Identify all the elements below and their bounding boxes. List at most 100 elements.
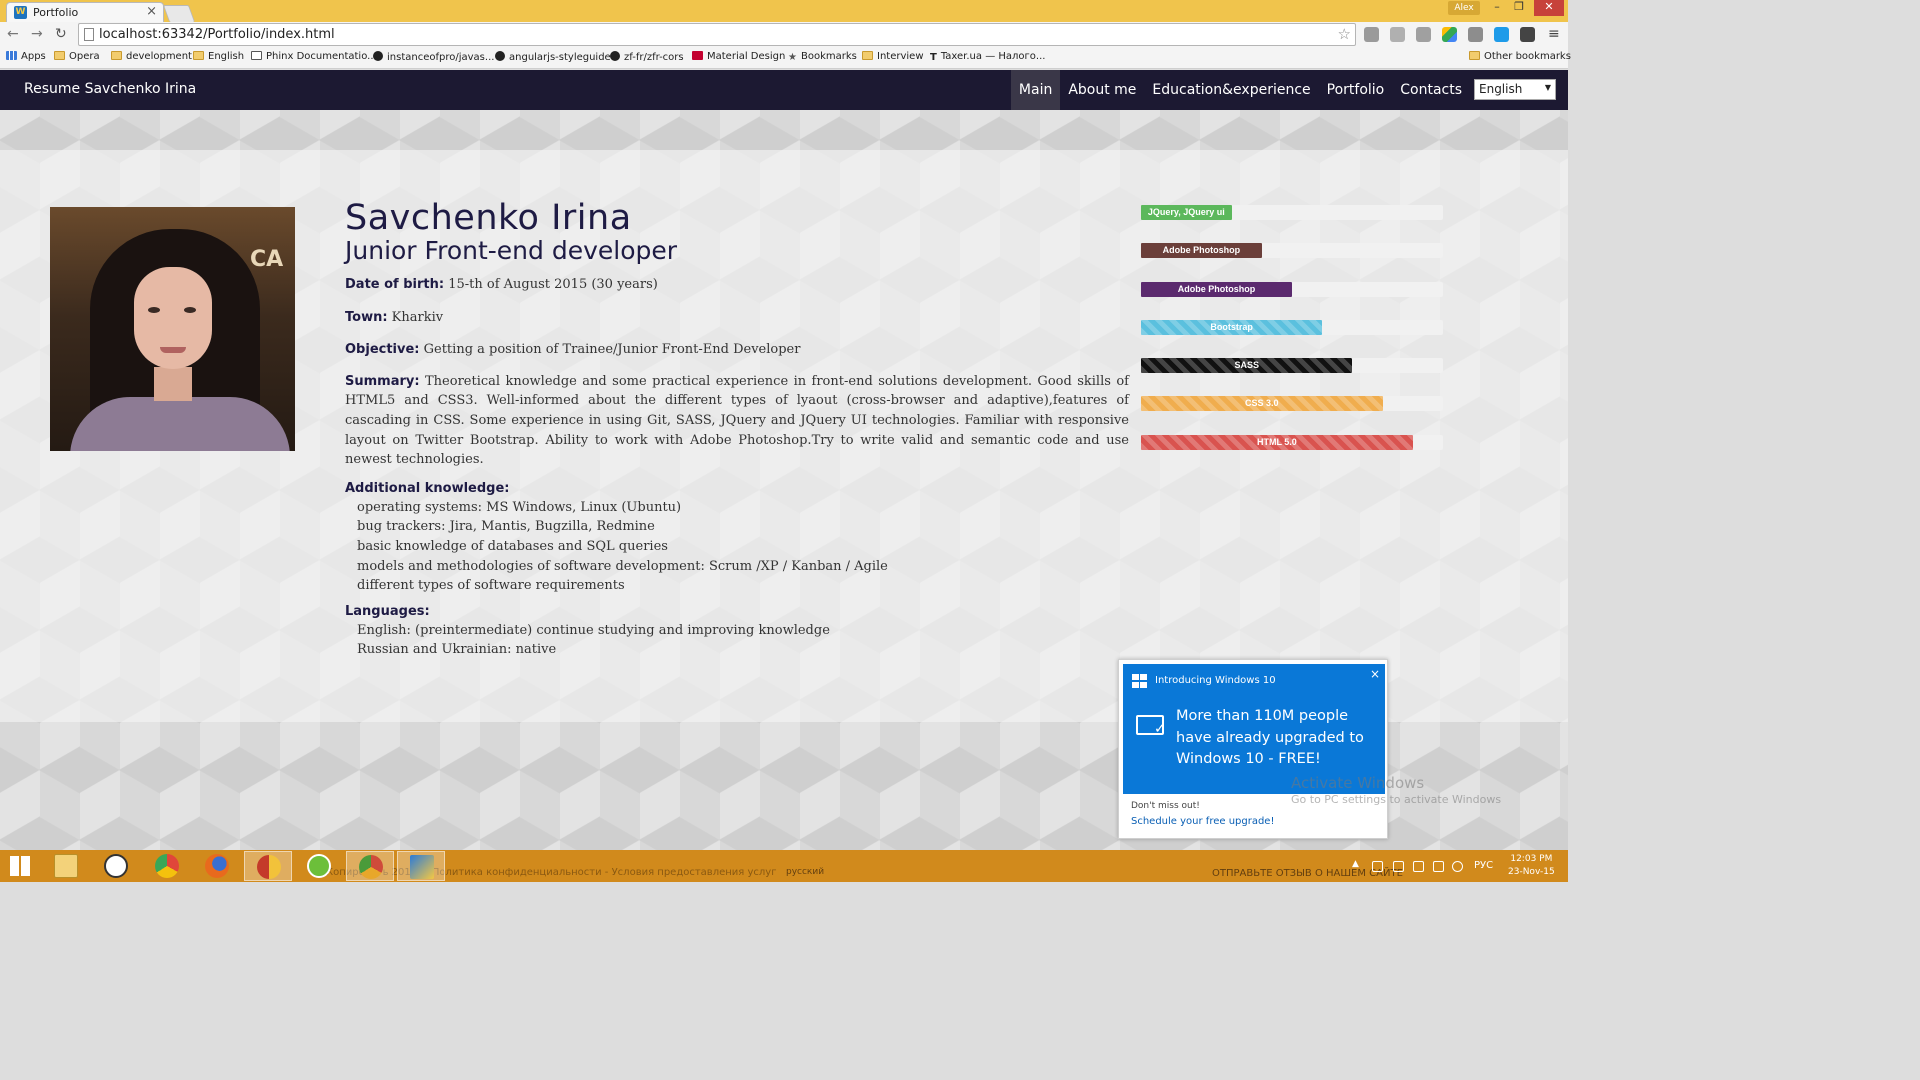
- bookmark-english[interactable]: English: [193, 51, 244, 62]
- photo-face: [134, 267, 212, 369]
- site-brand[interactable]: Resume Savchenko Irina: [24, 81, 196, 97]
- list-item: basic knowledge of databases and SQL que…: [357, 538, 668, 554]
- taskbar-fox-app[interactable]: [92, 851, 140, 881]
- windows10-upgrade-toast[interactable]: Introducing Windows 10 × More than 110M …: [1118, 659, 1388, 839]
- bookmark-opera[interactable]: Opera: [54, 51, 100, 62]
- chrome-icon: [155, 854, 179, 878]
- skills-progress-list: JQuery, JQuery ui Adobe Photoshop Adobe …: [1141, 205, 1443, 473]
- bookmark-taxer[interactable]: T Taxer.ua — Налого...: [930, 51, 1045, 63]
- tray-update-icon[interactable]: [1413, 861, 1424, 872]
- profile-photo: CA: [50, 207, 295, 451]
- laptop-check-icon: [1136, 715, 1166, 737]
- address-url[interactable]: localhost:63342/Portfolio/index.html: [99, 27, 335, 42]
- github-icon: [495, 51, 505, 61]
- window-close-button[interactable]: ✕: [1534, 0, 1564, 16]
- windows-logo-icon: [1132, 674, 1147, 688]
- list-item: operating systems: MS Windows, Linux (Ub…: [357, 499, 682, 515]
- language-select[interactable]: English ▼: [1474, 79, 1556, 100]
- list-item: different types of software requirements: [357, 578, 625, 594]
- list-item: bug trackers: Jira, Mantis, Bugzilla, Re…: [357, 519, 655, 535]
- tray-flag-icon[interactable]: [1393, 861, 1404, 872]
- extension-tree-icon[interactable]: [1390, 27, 1405, 42]
- bookmark-interview[interactable]: Interview: [862, 51, 924, 62]
- toast-schedule-link[interactable]: Schedule your free upgrade!: [1131, 816, 1274, 827]
- taskbar-clock[interactable]: 12:03 PM 23-Nov-15: [1508, 853, 1555, 879]
- bookmark-angularjs-styleguide[interactable]: angularjs-styleguide: [495, 51, 611, 63]
- taxer-icon: T: [930, 52, 937, 63]
- dropdown-arrow-icon: ▼: [1544, 83, 1551, 92]
- address-bar[interactable]: localhost:63342/Portfolio/index.html ☆: [78, 23, 1356, 46]
- language-selected: English: [1479, 82, 1523, 96]
- taskbar-webstorm[interactable]: [397, 851, 445, 881]
- taskbar-file-explorer[interactable]: [42, 851, 90, 881]
- forward-arrow-icon[interactable]: →: [31, 26, 43, 42]
- bookmark-instanceofpro[interactable]: instanceofpro/javas...: [373, 51, 494, 63]
- bookmark-zfr-cors[interactable]: zf-fr/zfr-cors: [610, 51, 684, 63]
- bookmark-apps[interactable]: Apps: [6, 51, 46, 62]
- taskbar-chrome[interactable]: [143, 851, 191, 881]
- bookmark-material-design[interactable]: Material Design: [692, 51, 785, 62]
- taskbar-chrome-user[interactable]: [244, 851, 292, 881]
- dob-value: 15-th of August 2015 (30 years): [444, 277, 658, 292]
- skill-bar-jquery: JQuery, JQuery ui: [1141, 205, 1232, 220]
- skill-track: SASS: [1141, 358, 1443, 374]
- clock-date: 23-Nov-15: [1508, 867, 1555, 877]
- star-icon: ★: [788, 52, 797, 63]
- taskbar-firefox[interactable]: [193, 851, 241, 881]
- tab-close-icon[interactable]: ×: [146, 4, 157, 19]
- extension-copy-icon[interactable]: [1416, 27, 1431, 42]
- tray-action-center-icon[interactable]: [1372, 861, 1383, 872]
- nav-about-me[interactable]: About me: [1060, 70, 1144, 110]
- folder-icon: [54, 51, 65, 60]
- summary-row: Summary: Theoretical knowledge and some …: [345, 372, 1129, 470]
- tray-volume-icon[interactable]: [1452, 861, 1463, 872]
- objective-value: Getting a position of Trainee/Junior Fro…: [419, 342, 801, 358]
- pocket-icon[interactable]: [1520, 27, 1535, 42]
- taskbar-chrome-canary[interactable]: [346, 851, 394, 881]
- languages-label: Languages:: [345, 603, 430, 619]
- back-arrow-icon[interactable]: ←: [7, 26, 19, 42]
- google-drive-icon[interactable]: [1442, 27, 1457, 42]
- extension-check-icon[interactable]: [1494, 27, 1509, 42]
- minimize-button[interactable]: –: [1486, 0, 1508, 16]
- new-tab-button[interactable]: [162, 5, 196, 22]
- skill-track: CSS 3.0: [1141, 396, 1443, 412]
- dob-label: Date of birth:: [345, 277, 445, 292]
- bookmark-other[interactable]: Other bookmarks: [1469, 51, 1571, 62]
- extension-folder-icon[interactable]: [1364, 27, 1379, 42]
- restore-button[interactable]: ❐: [1508, 0, 1530, 16]
- languages: Languages: English: (preintermediate) co…: [345, 604, 1129, 660]
- browser-tab-portfolio[interactable]: W Portfolio ×: [6, 2, 164, 22]
- github-icon: [610, 51, 620, 61]
- photo-neck: [154, 367, 192, 401]
- summary-label: Summary:: [345, 373, 420, 389]
- bookmark-star-icon[interactable]: ☆: [1338, 25, 1351, 43]
- objective-label: Objective:: [345, 342, 420, 358]
- clock-time: 12:03 PM: [1510, 854, 1553, 864]
- browser-toolbar: ← → ↻ localhost:63342/Portfolio/index.ht…: [0, 22, 1568, 48]
- bookmark-phinx[interactable]: Phinx Documentatio...: [251, 51, 377, 62]
- nav-education-experience[interactable]: Education&experience: [1144, 70, 1318, 110]
- extension-cube-icon[interactable]: [1468, 27, 1483, 42]
- town-value: Kharkiv: [387, 309, 444, 325]
- bookmark-development[interactable]: development: [111, 51, 192, 62]
- bookmark-bookmarks[interactable]: ★ Bookmarks: [788, 51, 857, 63]
- taskbar-utorrent[interactable]: [295, 851, 343, 881]
- folder-icon: [1469, 51, 1480, 60]
- tray-expand-icon[interactable]: ▲: [1352, 859, 1359, 869]
- toast-close-icon[interactable]: ×: [1370, 667, 1380, 681]
- nav-contacts[interactable]: Contacts: [1392, 70, 1470, 110]
- town-label: Town:: [345, 309, 388, 325]
- tray-network-icon[interactable]: [1433, 861, 1444, 872]
- profile-badge[interactable]: Alex: [1448, 1, 1480, 15]
- photo-eye-left: [148, 307, 160, 313]
- taskbar-start[interactable]: [0, 851, 48, 881]
- nav-portfolio[interactable]: Portfolio: [1319, 70, 1393, 110]
- taskbar-locale-hint: русский: [786, 867, 825, 877]
- toast-header: Introducing Windows 10: [1155, 675, 1276, 686]
- reload-icon[interactable]: ↻: [55, 26, 67, 42]
- photo-shirt: [70, 397, 290, 451]
- input-language[interactable]: РУС: [1474, 860, 1493, 871]
- chrome-menu-icon[interactable]: ≡: [1548, 26, 1560, 42]
- nav-main[interactable]: Main: [1010, 70, 1061, 110]
